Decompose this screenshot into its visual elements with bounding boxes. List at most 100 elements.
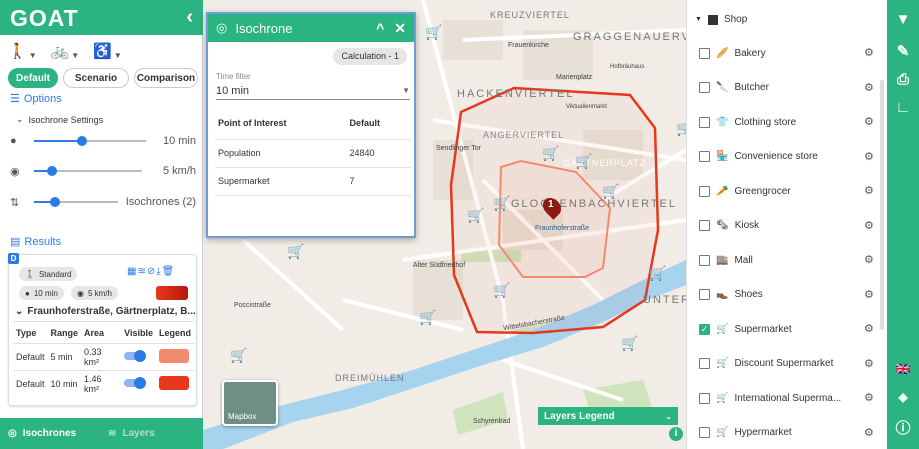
supermarket-icon[interactable]: 🛒 (542, 145, 559, 162)
layers-tab[interactable]: ≋ Layers (100, 428, 200, 439)
app-logo: GOAT (10, 5, 79, 31)
tab-scenario[interactable]: Scenario (63, 68, 129, 88)
settings-gear-icon[interactable]: ⚙ (864, 115, 876, 128)
layers-legend-toggle[interactable]: Layers Legend ⌄ (538, 407, 678, 425)
chevron-down-icon: ▼ (695, 16, 702, 23)
settings-gear-icon[interactable]: ⚙ (864, 46, 876, 59)
supermarket-icon[interactable]: 🛒 (649, 265, 666, 282)
settings-gear-icon[interactable]: ⚙ (864, 391, 876, 404)
settings-gear-icon[interactable]: ⚙ (864, 357, 876, 370)
close-icon[interactable]: ✕ (394, 20, 406, 37)
layer-icon: 🛒 (716, 427, 729, 438)
map-label: ANGERVIERTEL (483, 130, 565, 140)
tab-default[interactable]: Default (8, 68, 58, 88)
delete-icon[interactable]: 🗑 (162, 266, 176, 277)
settings-gear-icon[interactable]: ⚙ (864, 253, 876, 266)
supermarket-icon[interactable]: 🛒 (287, 243, 304, 260)
language-flag-icon[interactable]: 🇬🇧 (887, 356, 919, 382)
calculation-tabs: Default Scenario Comparison (8, 68, 198, 88)
layer-item[interactable]: 👕 Clothing store (699, 111, 869, 133)
supermarket-icon[interactable]: 🛒 (575, 153, 592, 170)
supermarket-icon[interactable]: 🛒 (621, 335, 638, 352)
layer-checkbox[interactable]: ✓ (699, 323, 710, 335)
options-header[interactable]: ☰ Options (10, 92, 62, 106)
settings-gear-icon[interactable]: ⚙ (864, 426, 876, 439)
supermarket-icon[interactable]: 🛒 (676, 120, 686, 137)
layer-item[interactable]: ✓ 🛒 Supermarket (699, 318, 869, 340)
settings-gear-icon[interactable]: ⚙ (864, 184, 876, 197)
col-area: Area (81, 321, 122, 344)
layer-item[interactable]: 🛒 Discount Supermarket (699, 353, 869, 375)
settings-gear-icon[interactable]: ⚙ (864, 150, 876, 163)
time-slider[interactable] (34, 136, 146, 146)
table-icon[interactable]: ▦ (127, 266, 137, 277)
shop-group-header[interactable]: ▼ Shop (695, 14, 747, 25)
settings-gear-icon[interactable]: ⚙ (864, 322, 876, 335)
isochrones-tab[interactable]: ◎ Isochrones (0, 428, 100, 439)
layers-icon[interactable]: ≋ (137, 266, 146, 277)
info-icon[interactable]: i (669, 427, 683, 441)
measure-icon[interactable]: ∟ (887, 94, 919, 120)
settings-gear-icon[interactable]: ⚙ (864, 288, 876, 301)
supermarket-icon[interactable]: 🛒 (419, 309, 436, 326)
supermarket-icon[interactable]: 🛒 (230, 347, 247, 364)
count-value: Isochrones (2) (125, 196, 196, 208)
supermarket-icon[interactable]: 🛒 (493, 195, 510, 212)
walking-mode-button[interactable]: 🚶 ▼ (8, 42, 37, 60)
layer-checkbox[interactable] (699, 116, 710, 128)
layer-checkbox[interactable] (699, 82, 710, 93)
layer-item[interactable]: 🗞 Kiosk (699, 215, 869, 237)
partial-checkbox[interactable] (707, 14, 718, 25)
time-filter-select[interactable]: 10 min ▼ (216, 82, 410, 100)
layer-item[interactable]: 🔪 Butcher (699, 77, 869, 99)
print-icon[interactable]: ⎙ (887, 66, 919, 92)
isochrone-count-slider[interactable] (34, 197, 118, 207)
cycling-mode-button[interactable]: 🚲 ▼ (51, 42, 80, 60)
layer-checkbox[interactable] (699, 47, 710, 59)
isochrone-settings-toggle[interactable]: ⌄ Isochrone Settings (16, 114, 103, 125)
layer-checkbox[interactable] (699, 427, 710, 438)
layer-item[interactable]: 👞 Shoes (699, 284, 869, 306)
map-style-icon[interactable]: ◈ (887, 384, 919, 410)
layer-item[interactable]: 🛒 Hypermarket (699, 422, 869, 444)
supermarket-icon[interactable]: 🛒 (602, 183, 619, 200)
layer-checkbox[interactable] (699, 358, 710, 369)
layer-checkbox[interactable] (699, 254, 710, 266)
layer-item[interactable]: 🛒 International Superma... (699, 387, 869, 409)
visibility-toggle[interactable] (124, 350, 147, 362)
routing-chip: 🚶 Standard (19, 267, 78, 281)
wheelchair-mode-button[interactable]: ♿ ▼ (93, 42, 122, 60)
chevron-up-icon[interactable]: ^ (376, 20, 384, 37)
speed-slider[interactable] (34, 166, 142, 176)
layer-checkbox[interactable] (699, 289, 710, 300)
supermarket-icon[interactable]: 🛒 (493, 282, 510, 299)
supermarket-icon[interactable]: 🛒 (425, 24, 442, 41)
collapse-icon[interactable]: ‹ (186, 6, 193, 29)
chevron-down-icon: ▼ (113, 51, 122, 60)
settings-gear-icon[interactable]: ⚙ (864, 219, 876, 232)
info-icon[interactable]: ⓘ (887, 414, 919, 440)
layer-icon: 👕 (716, 116, 729, 128)
layer-item[interactable]: 🏪 Convenience store (699, 146, 869, 168)
layer-item[interactable]: 🏬 Mall (699, 249, 869, 271)
filter-icon[interactable]: ▼ (887, 6, 919, 32)
layer-checkbox[interactable] (699, 220, 710, 231)
settings-gear-icon[interactable]: ⚙ (864, 81, 876, 94)
address-row[interactable]: ⌄ Fraunhoferstraße, Gärtnerplatz, B... (15, 306, 196, 317)
tab-comparison[interactable]: Comparison (134, 68, 198, 88)
layer-item[interactable]: 🥕 Greengrocer (699, 180, 869, 202)
calculation-chip: Calculation - 1 (333, 48, 407, 65)
visibility-toggle[interactable] (124, 377, 147, 390)
layer-icon: 👞 (716, 289, 729, 300)
hide-icon[interactable]: ⊘ (147, 266, 156, 277)
table-row: Population 24840 (215, 139, 411, 168)
supermarket-icon[interactable]: 🛒 (467, 207, 484, 224)
layer-checkbox[interactable] (699, 185, 710, 197)
layer-item[interactable]: 🥖 Bakery (699, 42, 869, 64)
edit-icon[interactable]: ✎ (887, 38, 919, 64)
layer-checkbox[interactable] (699, 392, 710, 404)
scrollbar[interactable] (880, 80, 884, 330)
basemap-switcher[interactable]: Mapbox (222, 380, 278, 426)
layer-checkbox[interactable] (699, 151, 710, 162)
speed-value: 5 km/h (162, 165, 196, 177)
